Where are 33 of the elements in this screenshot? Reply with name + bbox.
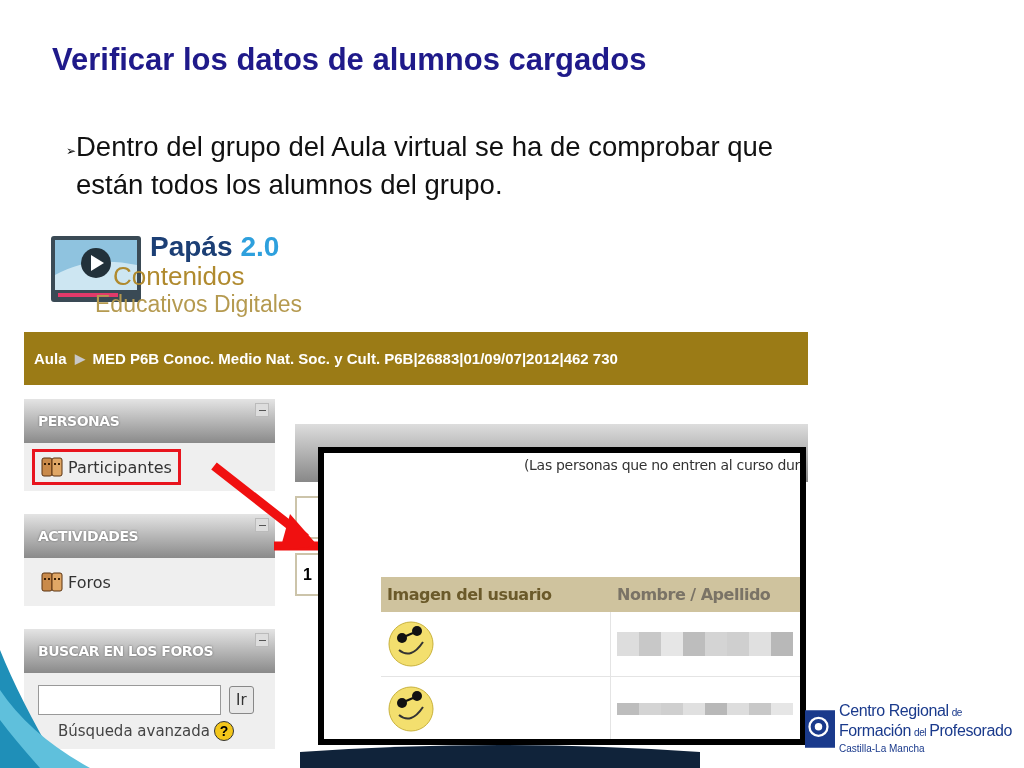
smiley-icon [387,685,435,733]
bullet-marker: ➢ [66,143,76,160]
column-header[interactable]: Imagen del usuario [381,585,611,604]
breadcrumb-item[interactable]: MED P6B Conoc. Medio Nat. Soc. y Cult. P6B|26883|01/09/07|2012|462 730 [92,350,618,367]
logo-version: 2.0 [240,232,280,262]
collapse-icon[interactable] [255,518,269,532]
breadcrumb-item[interactable]: Aula [34,350,67,367]
logo-subtitle: Educativos Digitales [95,290,303,318]
search-field[interactable] [38,685,221,715]
breadcrumb-separator: ▶ [74,351,85,366]
logo-text: del [914,726,927,740]
slide-title: Verificar los datos de alumnos cargados [52,41,648,79]
sidebar-link[interactable]: Foros [32,564,120,600]
logo-text: Castilla-La Mancha [839,742,926,755]
collapse-icon[interactable] [255,633,269,647]
note-text: (Las personas que no entren al curso dur [522,457,800,473]
help-icon[interactable]: ? [213,721,234,741]
logo-text: Formación [839,722,911,740]
sidebar-link[interactable]: Participantes [32,449,181,485]
collapse-icon[interactable] [255,403,269,417]
logo-name: Papás [150,232,233,262]
smiley-icon [387,620,435,668]
block-title: BUSCAR EN LOS FOROS [37,643,214,659]
block-title: PERSONAS [37,413,120,429]
advanced-search-link[interactable]: Búsqueda avanzada [58,722,210,740]
people-icon [41,456,63,478]
bullet-text: Dentro del grupo del Aula virtual se ha de comprobar que están todos los alumnos del grupo. [76,130,775,202]
block-title: ACTIVIDADES [37,528,139,544]
people-icon [41,571,63,593]
logo-text: de [951,706,962,720]
go-button[interactable]: Ir [229,686,254,714]
logo-text: Profesorado [929,722,1012,740]
logo-text: Centro Regional [839,702,949,720]
